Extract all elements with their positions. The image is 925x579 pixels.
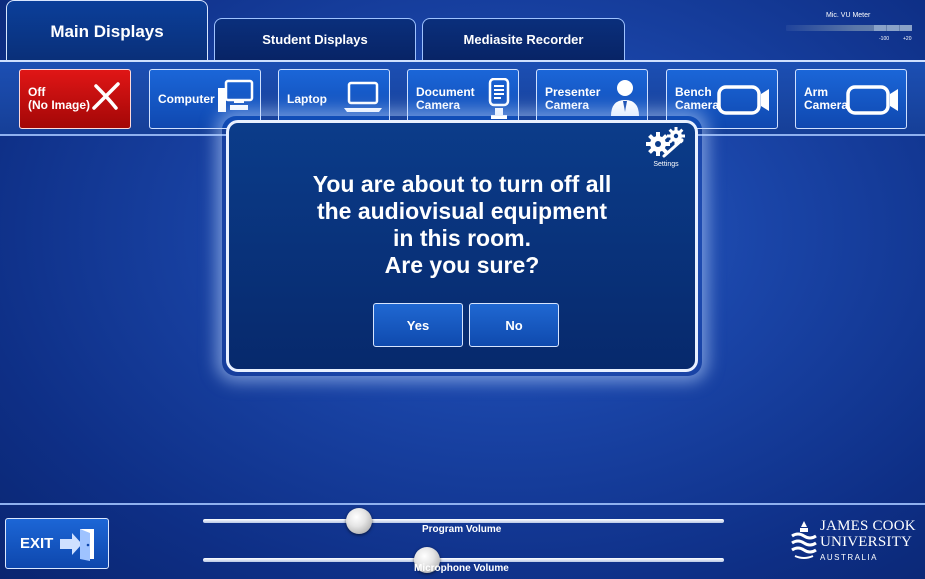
source-label: Presenter Camera bbox=[545, 85, 601, 112]
vu-meter-bar bbox=[786, 25, 912, 31]
program-volume-track[interactable] bbox=[203, 519, 724, 523]
vu-meter-low-label: -100 bbox=[879, 36, 890, 42]
exit-door-icon bbox=[58, 527, 98, 566]
yes-button[interactable]: Yes bbox=[373, 303, 463, 347]
source-label: Off (No Image) bbox=[28, 85, 91, 112]
x-icon bbox=[88, 78, 124, 119]
source-label: Laptop bbox=[287, 91, 327, 106]
camera-icon bbox=[717, 84, 771, 121]
tab-main-displays[interactable]: Main Displays bbox=[6, 0, 208, 62]
exit-label: EXIT bbox=[20, 535, 54, 552]
exit-button[interactable]: EXIT bbox=[5, 518, 109, 569]
source-label: Bench Camera bbox=[675, 85, 720, 112]
program-volume-label: Program Volume bbox=[422, 524, 502, 535]
laptop-icon bbox=[343, 78, 383, 121]
shutdown-confirm-dialog: Settings You are about to turn off all t… bbox=[226, 120, 698, 372]
vu-meter-high-label: +20 bbox=[903, 36, 912, 42]
jcu-logo: JAMES COOK UNIVERSITY AUSTRALIA bbox=[790, 518, 920, 574]
source-label: Computer bbox=[158, 91, 215, 106]
logo-line-1: JAMES COOK bbox=[820, 518, 916, 534]
tab-mediasite-recorder[interactable]: Mediasite Recorder bbox=[422, 18, 625, 60]
vu-meter-title: Mic. VU Meter bbox=[826, 12, 871, 19]
camera-icon bbox=[846, 84, 900, 121]
logo-line-2: UNIVERSITY bbox=[820, 534, 912, 550]
tab-student-displays[interactable]: Student Displays bbox=[214, 18, 416, 60]
no-button[interactable]: No bbox=[469, 303, 559, 347]
microphone-volume-track[interactable] bbox=[203, 558, 724, 562]
logo-line-3: AUSTRALIA bbox=[820, 553, 878, 562]
jcu-crest-icon bbox=[790, 520, 818, 565]
gear-icon bbox=[644, 127, 688, 162]
source-label: Document Camera bbox=[416, 85, 475, 112]
dialog-message: You are about to turn off all the audiov… bbox=[312, 171, 612, 278]
footer-divider bbox=[0, 503, 925, 505]
source-arm-camera-button[interactable]: Arm Camera bbox=[795, 69, 907, 129]
settings-button[interactable]: Settings bbox=[641, 126, 691, 168]
microphone-volume-label: Microphone Volume bbox=[414, 563, 509, 574]
source-off-button[interactable]: Off (No Image) bbox=[19, 69, 131, 129]
program-volume-slider-knob[interactable] bbox=[346, 508, 373, 534]
source-label: Arm Camera bbox=[804, 85, 849, 112]
settings-label: Settings bbox=[653, 161, 679, 168]
computer-icon bbox=[216, 78, 254, 121]
